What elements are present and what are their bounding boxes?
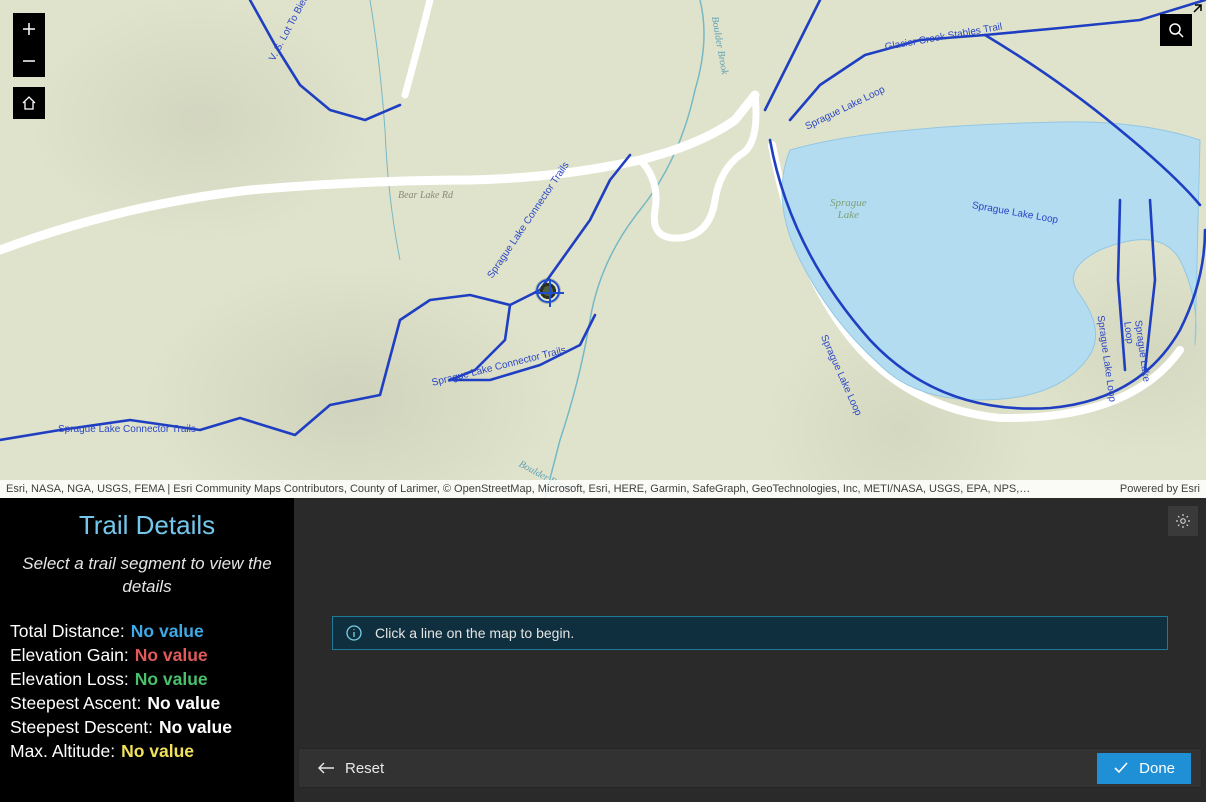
home-button[interactable] (13, 87, 45, 119)
info-icon (345, 624, 363, 642)
locate-marker (536, 279, 560, 303)
details-hint: Select a trail segment to view the detai… (16, 553, 278, 599)
home-icon (21, 95, 37, 111)
stat-steepest-descent: Steepest Descent: No value (10, 717, 284, 738)
details-title: Trail Details (10, 510, 284, 541)
powered-by-esri[interactable]: Powered by Esri (1110, 483, 1200, 495)
done-label: Done (1139, 760, 1175, 777)
stat-value: No value (135, 669, 208, 690)
zoom-out-button[interactable] (13, 45, 45, 77)
profile-settings-button[interactable] (1168, 506, 1198, 536)
stat-value: No value (147, 693, 220, 714)
stat-label: Elevation Gain: (10, 645, 129, 666)
stat-value: No value (159, 717, 232, 738)
stat-elevation-gain: Elevation Gain: No value (10, 645, 284, 666)
reset-label: Reset (345, 760, 384, 777)
plus-icon (21, 21, 37, 37)
stat-value: No value (131, 621, 204, 642)
stat-value: No value (121, 741, 194, 762)
bottom-panel: Trail Details Select a trail segment to … (0, 498, 1206, 802)
stat-total-distance: Total Distance: No value (10, 621, 284, 642)
zoom-in-button[interactable] (13, 13, 45, 45)
stat-label: Total Distance: (10, 621, 125, 642)
stat-label: Steepest Ascent: (10, 693, 141, 714)
profile-info-banner: Click a line on the map to begin. (332, 616, 1168, 650)
expand-button[interactable] (1182, 0, 1206, 24)
stat-elevation-loss: Elevation Loss: No value (10, 669, 284, 690)
map-viewport[interactable]: SpragueLake Bear Lake Rd Boulder Brook B… (0, 0, 1206, 498)
expand-icon (1186, 4, 1202, 20)
map-attribution: Esri, NASA, NGA, USGS, FEMA | Esri Commu… (0, 480, 1206, 498)
elevation-profile-panel: Click a line on the map to begin. Reset … (294, 498, 1206, 802)
stat-max-altitude: Max. Altitude: No value (10, 741, 284, 762)
sprague-lake (760, 100, 1200, 420)
gear-icon (1175, 513, 1191, 529)
stat-label: Steepest Descent: (10, 717, 153, 738)
arrow-left-icon (317, 761, 335, 775)
attribution-text: Esri, NASA, NGA, USGS, FEMA | Esri Commu… (6, 483, 1030, 495)
trail-details-panel: Trail Details Select a trail segment to … (0, 498, 294, 802)
done-button[interactable]: Done (1097, 753, 1191, 784)
check-icon (1113, 761, 1129, 775)
reset-button[interactable]: Reset (309, 754, 392, 783)
stat-label: Elevation Loss: (10, 669, 129, 690)
minus-icon (21, 53, 37, 69)
stat-value: No value (135, 645, 208, 666)
stat-label: Max. Altitude: (10, 741, 115, 762)
stat-steepest-ascent: Steepest Ascent: No value (10, 693, 284, 714)
profile-footer: Reset Done (298, 748, 1202, 788)
banner-text: Click a line on the map to begin. (375, 625, 574, 641)
